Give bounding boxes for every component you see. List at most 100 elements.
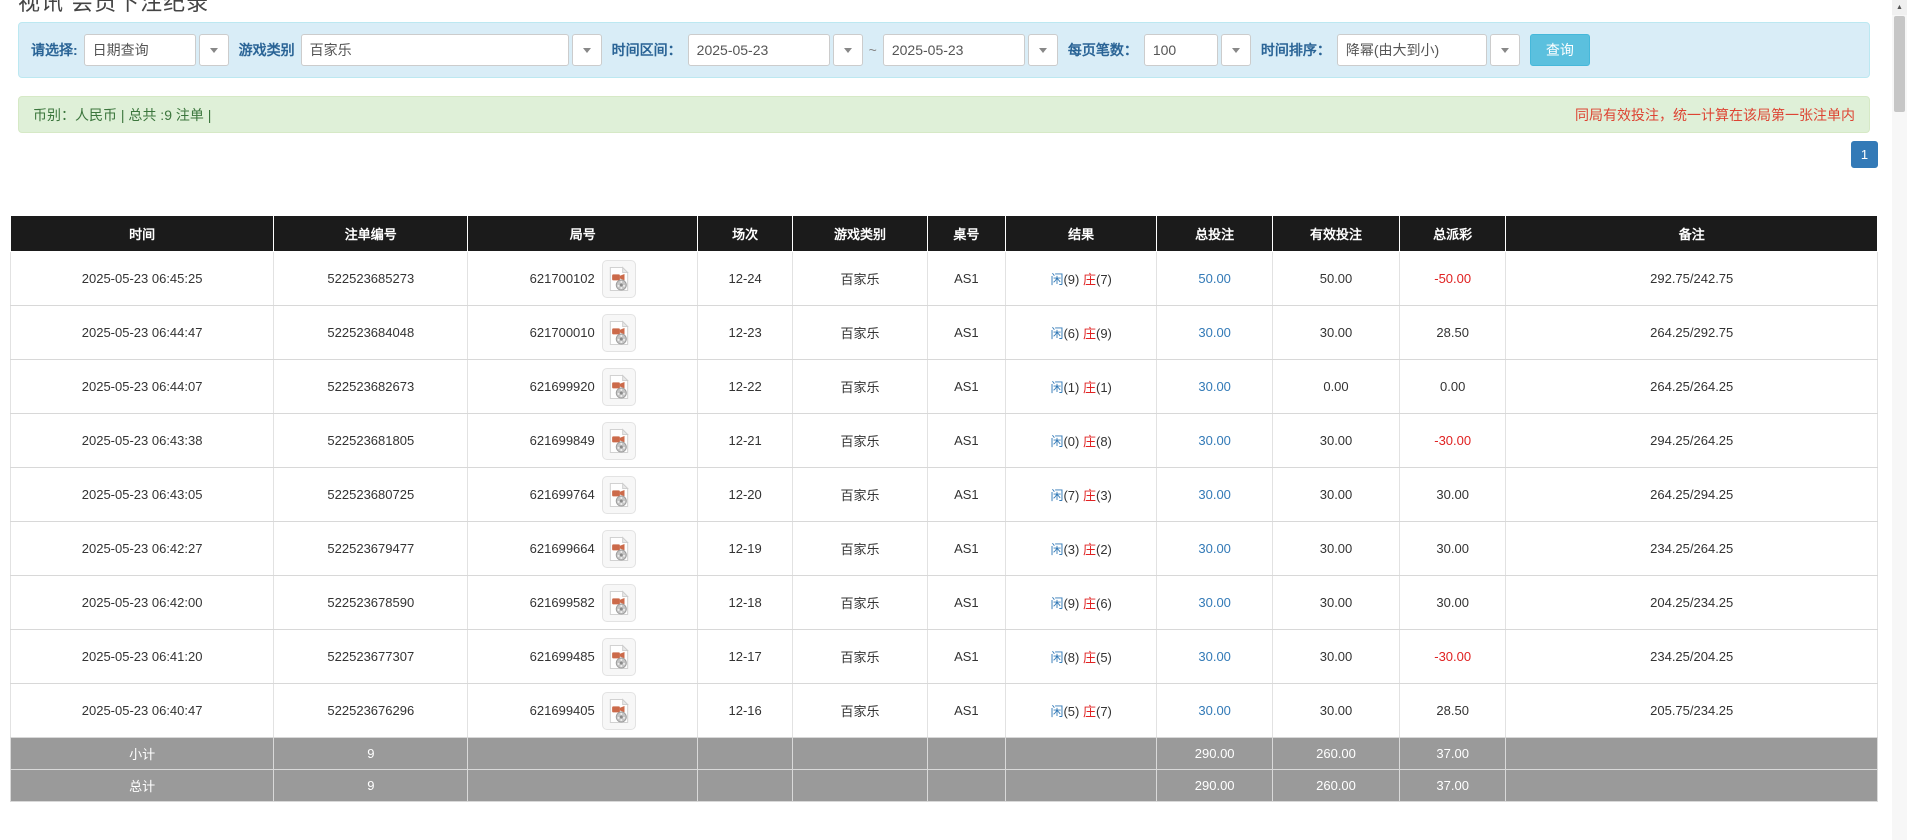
total-bet-link[interactable]: 30.00 bbox=[1198, 649, 1231, 664]
total-bet-link[interactable]: 50.00 bbox=[1198, 271, 1231, 286]
video-record-button[interactable] bbox=[602, 422, 636, 460]
subtotal-game-type bbox=[793, 738, 927, 770]
column-header-remark: 备注 bbox=[1506, 216, 1878, 252]
cell-bet-id: 522523676296 bbox=[274, 684, 468, 738]
total-round-id bbox=[468, 770, 698, 802]
sort-order-combo bbox=[1337, 34, 1520, 66]
video-record-button[interactable] bbox=[602, 530, 636, 568]
subtotal-table-no bbox=[927, 738, 1005, 770]
result-banker-label: 庄 bbox=[1083, 650, 1096, 665]
cell-total-bet: 30.00 bbox=[1157, 576, 1273, 630]
date-to-dropdown-button[interactable] bbox=[1028, 34, 1058, 66]
cell-remark: 294.25/264.25 bbox=[1506, 414, 1878, 468]
video-record-button[interactable] bbox=[602, 638, 636, 676]
cell-valid-bet: 30.00 bbox=[1273, 684, 1400, 738]
subtotal-result bbox=[1006, 738, 1157, 770]
video-record-button[interactable] bbox=[602, 260, 636, 298]
pagination-page-1[interactable]: 1 bbox=[1851, 141, 1878, 168]
round-id-text: 621699485 bbox=[530, 649, 595, 664]
video-record-button[interactable] bbox=[602, 476, 636, 514]
total-bet-link[interactable]: 30.00 bbox=[1198, 703, 1231, 718]
page-title-clip: 视讯 会员下注纪录 bbox=[18, 0, 1878, 13]
query-type-combo bbox=[84, 34, 229, 66]
cell-remark: 205.75/234.25 bbox=[1506, 684, 1878, 738]
total-bet-id: 9 bbox=[274, 770, 468, 802]
cell-round-id: 621699920 bbox=[468, 360, 698, 414]
cell-round-id: 621699485 bbox=[468, 630, 698, 684]
total-session bbox=[698, 770, 793, 802]
video-file-icon bbox=[608, 698, 630, 724]
total-bet-link[interactable]: 30.00 bbox=[1198, 379, 1231, 394]
cell-total-bet: 30.00 bbox=[1157, 306, 1273, 360]
cell-remark: 292.75/242.75 bbox=[1506, 252, 1878, 306]
total-bet-link[interactable]: 30.00 bbox=[1198, 433, 1231, 448]
bet-records-table: 时间注单编号局号场次游戏类别桌号结果总投注有效投注总派彩备注 2025-05-2… bbox=[10, 215, 1878, 802]
scroll-up-icon[interactable]: ▲ bbox=[1892, 0, 1907, 15]
page-size-input[interactable] bbox=[1144, 34, 1218, 66]
game-type-dropdown-button[interactable] bbox=[572, 34, 602, 66]
total-bet-link[interactable]: 30.00 bbox=[1198, 541, 1231, 556]
chevron-down-icon bbox=[583, 48, 591, 53]
result-banker-label: 庄 bbox=[1083, 272, 1096, 287]
result-player-score: (9) bbox=[1063, 596, 1079, 611]
date-from-input[interactable] bbox=[688, 34, 830, 66]
cell-session: 12-17 bbox=[698, 630, 793, 684]
subtotal-bet-id: 9 bbox=[274, 738, 468, 770]
cell-round-id: 621700102 bbox=[468, 252, 698, 306]
table-row: 2025-05-23 06:44:47522523684048621700010… bbox=[11, 306, 1878, 360]
cell-table-no: AS1 bbox=[927, 414, 1005, 468]
chevron-down-icon bbox=[1039, 48, 1047, 53]
chevron-down-icon bbox=[1232, 48, 1240, 53]
video-record-button[interactable] bbox=[602, 368, 636, 406]
total-bet-link[interactable]: 30.00 bbox=[1198, 595, 1231, 610]
date-from-dropdown-button[interactable] bbox=[833, 34, 863, 66]
cell-round-id: 621699664 bbox=[468, 522, 698, 576]
total-bet-link[interactable]: 30.00 bbox=[1198, 325, 1231, 340]
cell-valid-bet: 0.00 bbox=[1273, 360, 1400, 414]
game-type-label: 游戏类别 bbox=[239, 40, 295, 60]
subtotal-row: 小计9290.00260.0037.00 bbox=[11, 738, 1878, 770]
result-player-score: (9) bbox=[1063, 272, 1079, 287]
table-row: 2025-05-23 06:40:47522523676296621699405… bbox=[11, 684, 1878, 738]
cell-bet-id: 522523684048 bbox=[274, 306, 468, 360]
result-banker-score: (5) bbox=[1096, 650, 1112, 665]
cell-table-no: AS1 bbox=[927, 522, 1005, 576]
page-size-label: 每页笔数： bbox=[1068, 40, 1138, 60]
cell-remark: 234.25/204.25 bbox=[1506, 630, 1878, 684]
round-id-text: 621699764 bbox=[530, 487, 595, 502]
column-header-session: 场次 bbox=[698, 216, 793, 252]
cell-session: 12-18 bbox=[698, 576, 793, 630]
table-row: 2025-05-23 06:43:05522523680725621699764… bbox=[11, 468, 1878, 522]
date-to-input[interactable] bbox=[883, 34, 1025, 66]
total-bet-link[interactable]: 30.00 bbox=[1198, 487, 1231, 502]
page-title: 视讯 会员下注纪录 bbox=[18, 0, 1878, 13]
sort-order-dropdown-button[interactable] bbox=[1490, 34, 1520, 66]
video-record-button[interactable] bbox=[602, 314, 636, 352]
sort-order-input[interactable] bbox=[1337, 34, 1487, 66]
total-remark bbox=[1506, 770, 1878, 802]
game-type-input[interactable] bbox=[301, 34, 569, 66]
cell-table-no: AS1 bbox=[927, 360, 1005, 414]
query-type-dropdown-button[interactable] bbox=[199, 34, 229, 66]
chevron-down-icon bbox=[210, 48, 218, 53]
search-button[interactable]: 查询 bbox=[1530, 34, 1590, 66]
result-player-score: (0) bbox=[1063, 434, 1079, 449]
result-player-label: 闲 bbox=[1050, 488, 1063, 503]
cell-payout: -50.00 bbox=[1399, 252, 1505, 306]
vertical-scrollbar[interactable]: ▲ bbox=[1892, 0, 1907, 840]
cell-total-bet: 50.00 bbox=[1157, 252, 1273, 306]
subtotal-payout: 37.00 bbox=[1399, 738, 1505, 770]
page-size-dropdown-button[interactable] bbox=[1221, 34, 1251, 66]
round-id-text: 621700010 bbox=[530, 325, 595, 340]
sort-order-label: 时间排序： bbox=[1261, 40, 1331, 60]
video-file-icon bbox=[608, 590, 630, 616]
cell-total-bet: 30.00 bbox=[1157, 360, 1273, 414]
round-id-text: 621699664 bbox=[530, 541, 595, 556]
cell-bet-id: 522523680725 bbox=[274, 468, 468, 522]
query-type-input[interactable] bbox=[84, 34, 196, 66]
cell-remark: 264.25/292.75 bbox=[1506, 306, 1878, 360]
subtotal-session bbox=[698, 738, 793, 770]
scrollbar-thumb[interactable] bbox=[1894, 16, 1905, 112]
video-record-button[interactable] bbox=[602, 692, 636, 730]
video-record-button[interactable] bbox=[602, 584, 636, 622]
